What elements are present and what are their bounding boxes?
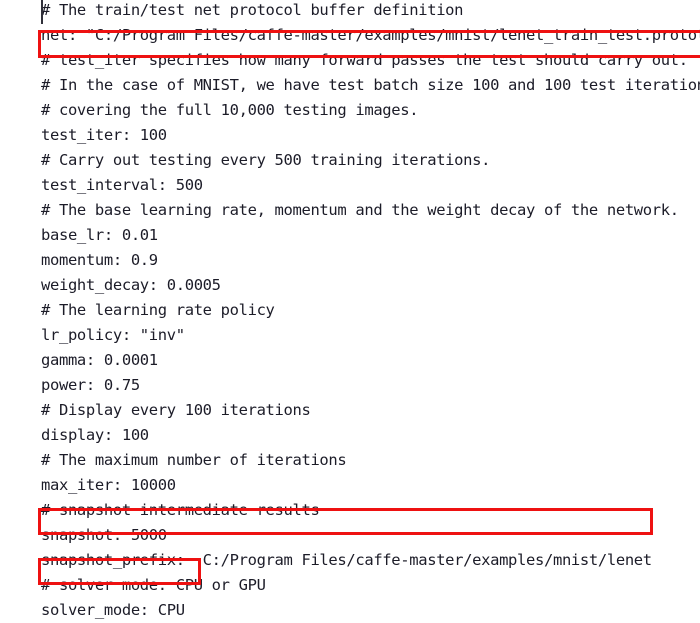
code-line[interactable]: snapshot_prefix: C:/Program Files/caffe-… [41, 548, 652, 573]
code-line[interactable]: # test_iter specifies how many forward p… [41, 48, 688, 73]
text-caret [41, 0, 43, 24]
code-line[interactable]: # The base learning rate, momentum and t… [41, 198, 679, 223]
code-line[interactable]: # snapshot intermediate results [41, 498, 320, 523]
code-line[interactable]: # The learning rate policy [41, 298, 275, 323]
code-line[interactable]: gamma: 0.0001 [41, 348, 158, 373]
code-line[interactable]: test_iter: 100 [41, 123, 167, 148]
code-line[interactable]: # covering the full 10,000 testing image… [41, 98, 419, 123]
code-line[interactable]: test_interval: 500 [41, 173, 203, 198]
code-line[interactable]: # Display every 100 iterations [41, 398, 311, 423]
code-line[interactable]: # Carry out testing every 500 training i… [41, 148, 490, 173]
code-line[interactable]: weight_decay: 0.0005 [41, 273, 221, 298]
code-line[interactable]: max_iter: 10000 [41, 473, 176, 498]
code-line[interactable]: snapshot: 5000 [41, 523, 167, 548]
code-line[interactable]: # The train/test net protocol buffer def… [41, 0, 464, 23]
code-line[interactable]: momentum: 0.9 [41, 248, 158, 273]
code-line[interactable]: base_lr: 0.01 [41, 223, 158, 248]
code-line[interactable]: # solver mode: CPU or GPU [41, 573, 266, 598]
code-line[interactable]: lr_policy: "inv" [41, 323, 185, 348]
code-line[interactable]: solver_mode: CPU [41, 598, 185, 623]
code-line[interactable]: # The maximum number of iterations [41, 448, 347, 473]
code-line[interactable]: display: 100 [41, 423, 149, 448]
code-line[interactable]: # In the case of MNIST, we have test bat… [41, 73, 700, 98]
code-line[interactable]: net: "C:/Program Files/caffe-master/exam… [41, 23, 700, 48]
code-editor-canvas[interactable]: # The train/test net protocol buffer def… [0, 0, 700, 619]
code-line[interactable]: power: 0.75 [41, 373, 140, 398]
